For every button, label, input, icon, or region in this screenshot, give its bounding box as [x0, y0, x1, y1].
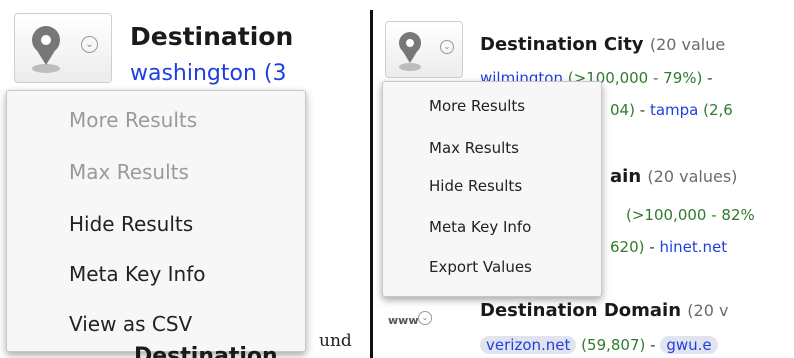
chevron-down-icon[interactable]: ⌄	[81, 36, 98, 53]
meta-key-title: Destination City (20 value	[480, 34, 726, 55]
meta-value-link[interactable]: verizon.net	[480, 336, 577, 354]
location-pin-icon	[29, 26, 61, 74]
menu-item-more-results[interactable]: More Results	[429, 97, 525, 115]
meta-value-link[interactable]: tampa	[650, 101, 698, 119]
meta-key-title: Destination	[130, 22, 294, 51]
meta-values-line: (>100,000 - 82%	[626, 206, 755, 224]
meta-key-title: Destination Domain (20 v	[480, 300, 729, 321]
menu-item-hide-results[interactable]: Hide Results	[429, 177, 522, 195]
menu-item-meta-key-info[interactable]: Meta Key Info	[429, 218, 531, 236]
chevron-down-icon[interactable]: ⌄	[440, 40, 454, 54]
menu-item-more-results[interactable]: More Results	[69, 108, 197, 132]
context-menu: More Results Max Results Hide Results Me…	[382, 81, 602, 297]
conjunction-text: und	[319, 331, 352, 351]
menu-item-meta-key-info[interactable]: Meta Key Info	[69, 262, 205, 286]
www-icon: www	[388, 314, 419, 327]
chevron-down-icon[interactable]: ⌄	[418, 311, 432, 325]
meta-key-menu-button[interactable]: ⌄	[385, 21, 463, 78]
menu-item-view-as-csv[interactable]: View as CSV	[69, 312, 192, 336]
context-menu: More Results Max Results Hide Results Me…	[6, 90, 306, 352]
left-screenshot: ⌄ Destination washington (3 More Results…	[0, 0, 314, 358]
right-screenshot: ⌄ Destination City (20 value wilmington …	[374, 0, 794, 358]
menu-item-hide-results[interactable]: Hide Results	[69, 212, 193, 236]
meta-values-line: 620) - hinet.net	[610, 238, 728, 256]
meta-value-link[interactable]: washington (3	[130, 61, 287, 86]
meta-key-title: ain (20 values)	[610, 166, 738, 187]
meta-value-link[interactable]: hinet.net	[659, 238, 727, 256]
menu-item-max-results[interactable]: Max Results	[429, 139, 519, 157]
image-divider	[370, 10, 373, 358]
meta-value-link[interactable]: gwu.e	[660, 336, 718, 354]
meta-values-line: 04) - tampa (2,6	[610, 101, 733, 119]
menu-item-export-values[interactable]: Export Values	[429, 258, 532, 276]
partial-next-title: Destination	[134, 344, 278, 358]
meta-values-line: verizon.net (59,807) - gwu.e	[480, 336, 718, 354]
meta-key-menu-button[interactable]: ⌄	[14, 13, 112, 83]
menu-item-max-results[interactable]: Max Results	[69, 160, 189, 184]
location-pin-icon	[397, 32, 423, 72]
